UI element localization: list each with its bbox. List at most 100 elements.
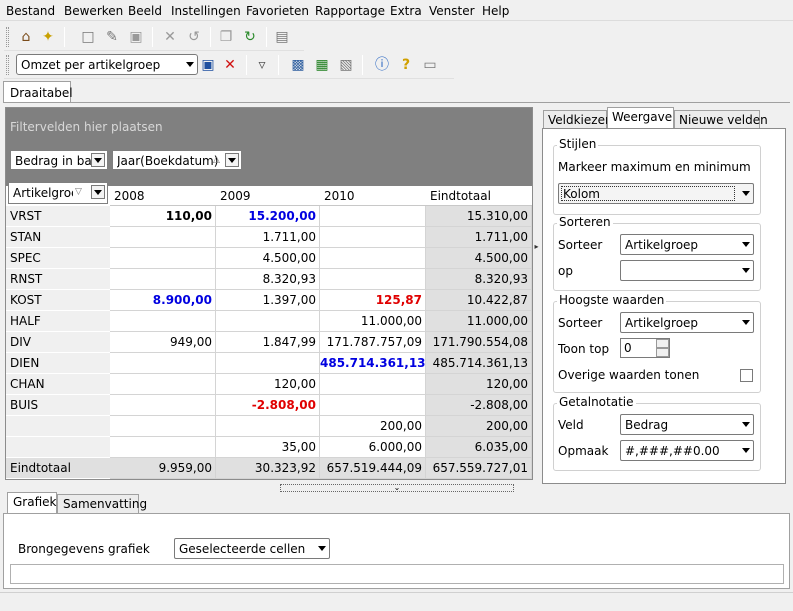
table-cell[interactable] bbox=[110, 311, 216, 332]
top-count-stepper[interactable]: 0 bbox=[620, 338, 670, 358]
menu-extra[interactable]: Extra bbox=[390, 4, 422, 18]
table-cell[interactable]: 10.422,87 bbox=[426, 290, 532, 311]
table-cell[interactable]: 949,00 bbox=[110, 332, 216, 353]
tab-grafiek[interactable]: Grafiek bbox=[7, 492, 57, 514]
table-cell[interactable] bbox=[320, 395, 426, 416]
table-cell[interactable]: 8.900,00 bbox=[110, 290, 216, 311]
table-cell[interactable] bbox=[216, 353, 320, 374]
tab-draaitabel[interactable]: Draaitabel bbox=[3, 81, 73, 103]
delete-icon[interactable]: ✕ bbox=[160, 27, 180, 47]
filter-drop-zone[interactable]: Filtervelden hier plaatsen Bedrag in bas… bbox=[6, 108, 532, 186]
table-cell[interactable] bbox=[320, 269, 426, 290]
table-cell[interactable]: 30.323,92 bbox=[216, 458, 320, 479]
copy-icon[interactable]: ❐ bbox=[216, 27, 236, 47]
table-cell[interactable] bbox=[216, 311, 320, 332]
chart-source-select[interactable]: Geselecteerde cellen bbox=[174, 538, 330, 559]
table-cell[interactable]: -2.808,00 bbox=[426, 395, 532, 416]
table-cell[interactable]: 1.711,00 bbox=[426, 227, 532, 248]
spin-up-icon[interactable] bbox=[656, 339, 669, 348]
menu-venster[interactable]: Venster bbox=[429, 4, 475, 18]
column-header[interactable]: 2008 bbox=[110, 186, 216, 206]
table-cell[interactable]: 200,00 bbox=[426, 416, 532, 437]
field-select[interactable]: Bedrag bbox=[620, 414, 754, 435]
table-cell[interactable]: 11.000,00 bbox=[426, 311, 532, 332]
table-cell[interactable]: 485.714.361,13 bbox=[320, 353, 426, 374]
dropdown-button[interactable] bbox=[91, 185, 105, 199]
new-document-icon[interactable]: □ bbox=[78, 27, 98, 47]
format-select[interactable]: #,###,##0.00 bbox=[620, 440, 754, 461]
table-cell[interactable]: 200,00 bbox=[320, 416, 426, 437]
info-icon[interactable]: ⓘ bbox=[372, 55, 392, 75]
export-icon[interactable]: ▧ bbox=[336, 55, 356, 75]
pin-icon[interactable]: ✦ bbox=[38, 27, 58, 47]
delete-report-icon[interactable]: ✕ bbox=[220, 55, 240, 75]
table-cell[interactable]: 485.714.361,13 bbox=[426, 353, 532, 374]
menu-favorieten[interactable]: Favorieten bbox=[246, 4, 309, 18]
home-icon[interactable]: ⌂ bbox=[16, 27, 36, 47]
table-cell[interactable] bbox=[216, 416, 320, 437]
menu-instellingen[interactable]: Instellingen bbox=[171, 4, 241, 18]
column-header[interactable]: Eindtotaal bbox=[426, 186, 532, 206]
row-header[interactable]: STAN bbox=[6, 227, 110, 248]
row-header[interactable] bbox=[6, 437, 110, 458]
table-cell[interactable]: 657.559.727,01 bbox=[426, 458, 532, 479]
help-icon[interactable]: ? bbox=[396, 55, 416, 75]
menu-rapportage[interactable]: Rapportage bbox=[315, 4, 385, 18]
edit-document-icon[interactable]: ✎ bbox=[102, 27, 122, 47]
row-header[interactable]: BUIS bbox=[6, 395, 110, 416]
table-cell[interactable]: 1.847,99 bbox=[216, 332, 320, 353]
menu-bewerken[interactable]: Bewerken bbox=[64, 4, 123, 18]
table-cell[interactable] bbox=[320, 206, 426, 227]
dropdown-button[interactable] bbox=[91, 153, 105, 167]
column-header[interactable]: 2009 bbox=[216, 186, 320, 206]
table-cell[interactable]: 8.320,93 bbox=[216, 269, 320, 290]
print-preview-icon[interactable]: ▩ bbox=[288, 55, 308, 75]
table-cell[interactable] bbox=[110, 353, 216, 374]
row-header[interactable]: KOST bbox=[6, 290, 110, 311]
toolbar-grip[interactable] bbox=[6, 55, 9, 75]
row-header[interactable]: DIEN bbox=[6, 353, 110, 374]
report-selector[interactable]: Omzet per artikelgroep bbox=[16, 54, 198, 75]
table-cell[interactable]: 125,87 bbox=[320, 290, 426, 311]
dropdown-button[interactable] bbox=[225, 153, 239, 167]
table-cell[interactable]: 8.320,93 bbox=[426, 269, 532, 290]
row-header[interactable]: DIV bbox=[6, 332, 110, 353]
table-cell[interactable]: 15.200,00 bbox=[216, 206, 320, 227]
table-cell[interactable]: 4.500,00 bbox=[216, 248, 320, 269]
sort-on-select[interactable] bbox=[620, 260, 754, 281]
sort-select[interactable]: Artikelgroep bbox=[620, 234, 754, 255]
table-cell[interactable]: 110,00 bbox=[110, 206, 216, 227]
table-cell[interactable] bbox=[110, 227, 216, 248]
table-cell[interactable] bbox=[110, 374, 216, 395]
table-cell[interactable] bbox=[320, 227, 426, 248]
menu-beeld[interactable]: Beeld bbox=[128, 4, 162, 18]
tab-weergave[interactable]: Weergave bbox=[607, 107, 674, 129]
row-header[interactable]: HALF bbox=[6, 311, 110, 332]
row-header[interactable] bbox=[6, 416, 110, 437]
row-header[interactable]: VRST bbox=[6, 206, 110, 227]
highlight-select[interactable]: Kolom bbox=[558, 183, 754, 204]
row-field-button[interactable]: Artikelgroep ▽ bbox=[8, 182, 108, 204]
vertical-splitter-arrow-icon[interactable]: ▸ bbox=[533, 240, 540, 254]
top-sort-select[interactable]: Artikelgroep bbox=[620, 312, 754, 333]
table-cell[interactable] bbox=[320, 374, 426, 395]
horizontal-splitter[interactable]: ⌄ bbox=[280, 484, 514, 492]
table-cell[interactable]: 171.787.757,09 bbox=[320, 332, 426, 353]
table-cell[interactable] bbox=[110, 395, 216, 416]
row-header[interactable]: SPEC bbox=[6, 248, 110, 269]
table-cell[interactable]: -2.808,00 bbox=[216, 395, 320, 416]
table-cell[interactable]: 6.035,00 bbox=[426, 437, 532, 458]
spin-down-icon[interactable] bbox=[656, 348, 669, 357]
row-header[interactable]: CHAN bbox=[6, 374, 110, 395]
table-cell[interactable]: 4.500,00 bbox=[426, 248, 532, 269]
table-cell[interactable]: 1.397,00 bbox=[216, 290, 320, 311]
table-cell[interactable]: 120,00 bbox=[216, 374, 320, 395]
table-cell[interactable]: 9.959,00 bbox=[110, 458, 216, 479]
table-cell[interactable]: 15.310,00 bbox=[426, 206, 532, 227]
show-others-checkbox[interactable] bbox=[740, 369, 753, 382]
table-cell[interactable]: 6.000,00 bbox=[320, 437, 426, 458]
book-icon[interactable]: ▭ bbox=[420, 55, 440, 75]
table-cell[interactable]: 1.711,00 bbox=[216, 227, 320, 248]
table-cell[interactable] bbox=[110, 437, 216, 458]
filter-icon[interactable]: ▿ bbox=[252, 55, 272, 75]
